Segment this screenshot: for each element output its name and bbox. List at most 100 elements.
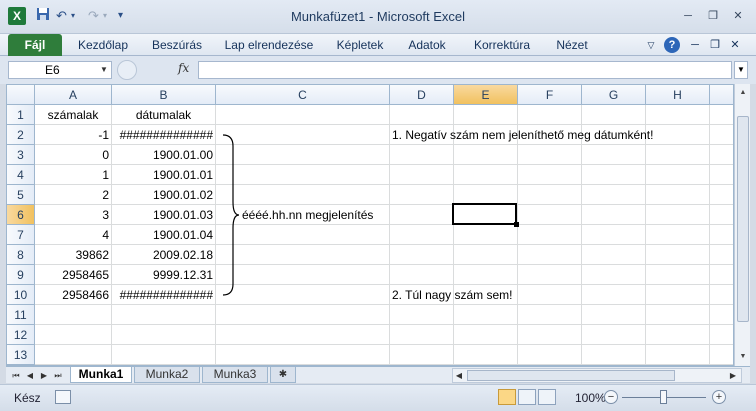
cell-a7[interactable]: 4 — [35, 225, 111, 245]
ribbon-collapse-icon[interactable]: ▽ — [644, 34, 658, 56]
cell-a10[interactable]: 2958466 — [35, 285, 111, 305]
select-all-corner[interactable] — [7, 85, 35, 105]
cell-a1[interactable]: számalak — [35, 105, 111, 125]
tab-page-layout[interactable]: Lap elrendezése — [220, 34, 318, 56]
formula-input[interactable] — [198, 61, 732, 79]
cell-b5[interactable]: 1900.01.02 — [112, 185, 215, 205]
restore-icon[interactable]: ❐ — [704, 9, 722, 23]
cell-b8[interactable]: 2009.02.18 — [112, 245, 215, 265]
tab-formulas[interactable]: Képletek — [330, 34, 390, 56]
row-header-2[interactable]: 2 — [7, 125, 35, 145]
cell-a9[interactable]: 2958465 — [35, 265, 111, 285]
next-sheet-icon[interactable]: ▶ — [38, 369, 50, 382]
insert-worksheet-icon[interactable]: ✱ — [270, 367, 296, 383]
tab-insert[interactable]: Beszúrás — [146, 34, 208, 56]
cell-b4[interactable]: 1900.01.01 — [112, 165, 215, 185]
cell-b1[interactable]: dátumalak — [112, 105, 215, 125]
minimize-icon[interactable]: ─ — [679, 9, 697, 23]
normal-view-icon[interactable] — [498, 389, 516, 405]
previous-sheet-icon[interactable]: ◀ — [24, 369, 36, 382]
row-header-13[interactable]: 13 — [7, 345, 35, 365]
column-header-e[interactable]: E — [454, 85, 518, 105]
cell-a2[interactable]: -1 — [35, 125, 111, 145]
tab-home[interactable]: Kezdőlap — [72, 34, 134, 56]
help-icon[interactable]: ? — [664, 37, 680, 53]
scroll-right-icon[interactable]: ▶ — [727, 369, 739, 382]
column-header-f[interactable]: F — [518, 85, 582, 105]
column-header-b[interactable]: B — [112, 85, 216, 105]
row-header-5[interactable]: 5 — [7, 185, 35, 205]
scroll-up-icon[interactable]: ▲ — [736, 86, 750, 100]
zoom-slider-thumb[interactable] — [660, 390, 667, 404]
vertical-scrollbar[interactable]: ▲ ▼ — [734, 84, 750, 366]
scroll-down-icon[interactable]: ▼ — [736, 350, 750, 364]
cell-b9[interactable]: 9999.12.31 — [112, 265, 215, 285]
page-layout-view-icon[interactable] — [518, 389, 536, 405]
fill-handle[interactable] — [514, 222, 519, 227]
column-header-d[interactable]: D — [390, 85, 454, 105]
close-icon[interactable]: ✕ — [729, 9, 747, 23]
zoom-in-icon[interactable]: + — [712, 390, 726, 404]
vertical-scroll-thumb[interactable] — [737, 116, 749, 322]
horizontal-scrollbar[interactable]: ◀ ▶ — [452, 368, 742, 383]
workbook-minimize-icon[interactable]: ─ — [688, 34, 702, 56]
workbook-close-icon[interactable]: ✕ — [728, 34, 742, 56]
chevron-down-icon[interactable]: ▼ — [100, 65, 108, 74]
tab-view[interactable]: Nézet — [550, 34, 594, 56]
zoom-out-icon[interactable]: − — [604, 390, 618, 404]
first-sheet-icon[interactable]: ⏮ — [10, 369, 22, 382]
cell-a3[interactable]: 0 — [35, 145, 111, 165]
zoom-level[interactable]: 100% — [575, 391, 606, 405]
cell-c6[interactable]: éééé.hh.nn megjelenítés — [240, 205, 390, 225]
column-header-c[interactable]: C — [216, 85, 390, 105]
sheet-tab-munka1[interactable]: Munka1 — [70, 367, 132, 383]
row-header-9[interactable]: 9 — [7, 265, 35, 285]
column-header-overflow — [710, 85, 733, 105]
tab-review[interactable]: Korrektúra — [466, 34, 538, 56]
page-break-preview-icon[interactable] — [538, 389, 556, 405]
tab-file[interactable]: Fájl — [8, 34, 62, 56]
cell-b2[interactable]: ############## — [112, 125, 215, 145]
worksheet-grid[interactable]: A B C D E F G H 1 2 3 4 5 6 7 8 9 10 11 … — [6, 84, 734, 366]
column-header-h[interactable]: H — [646, 85, 710, 105]
row-header-7[interactable]: 7 — [7, 225, 35, 245]
cell-b3[interactable]: 1900.01.00 — [112, 145, 215, 165]
cell-d2[interactable]: 1. Negatív szám nem jeleníthető meg dátu… — [390, 125, 710, 145]
active-cell-e6[interactable] — [452, 203, 517, 225]
macro-recording-icon[interactable] — [55, 390, 71, 404]
cell-a6[interactable]: 3 — [35, 205, 111, 225]
row-header-8[interactable]: 8 — [7, 245, 35, 265]
curly-brace-shape[interactable] — [221, 134, 241, 296]
insert-function-icon[interactable]: fx — [178, 61, 189, 75]
cell-a4[interactable]: 1 — [35, 165, 111, 185]
sheet-tab-munka3[interactable]: Munka3 — [202, 367, 268, 383]
expand-formula-bar-icon[interactable]: ▼ — [734, 61, 748, 79]
horizontal-scroll-thumb[interactable] — [467, 370, 675, 381]
name-box[interactable]: E6 — [8, 61, 112, 79]
status-ready: Kész — [14, 391, 41, 405]
window-title: Munkafüzet1 - Microsoft Excel — [290, 9, 466, 24]
formula-bar-divider-icon — [117, 60, 137, 80]
row-header-6[interactable]: 6 — [7, 205, 35, 225]
tab-data[interactable]: Adatok — [400, 34, 454, 56]
row-header-4[interactable]: 4 — [7, 165, 35, 185]
cell-b7[interactable]: 1900.01.04 — [112, 225, 215, 245]
sheet-tab-munka2[interactable]: Munka2 — [134, 367, 200, 383]
formula-bar: E6 ▼ fx ▼ — [0, 56, 756, 84]
scroll-left-icon[interactable]: ◀ — [453, 369, 465, 382]
gridline — [35, 344, 733, 345]
workbook-restore-icon[interactable]: ❐ — [708, 34, 722, 56]
row-header-12[interactable]: 12 — [7, 325, 35, 345]
last-sheet-icon[interactable]: ⏭ — [52, 369, 64, 382]
row-header-3[interactable]: 3 — [7, 145, 35, 165]
cell-b6[interactable]: 1900.01.03 — [112, 205, 215, 225]
cell-a5[interactable]: 2 — [35, 185, 111, 205]
row-header-1[interactable]: 1 — [7, 105, 35, 125]
cell-a8[interactable]: 39862 — [35, 245, 111, 265]
row-header-11[interactable]: 11 — [7, 305, 35, 325]
row-header-10[interactable]: 10 — [7, 285, 35, 305]
cell-d10[interactable]: 2. Túl nagy szám sem! — [390, 285, 590, 305]
column-header-a[interactable]: A — [35, 85, 112, 105]
cell-b10[interactable]: ############## — [112, 285, 215, 305]
column-header-g[interactable]: G — [582, 85, 646, 105]
